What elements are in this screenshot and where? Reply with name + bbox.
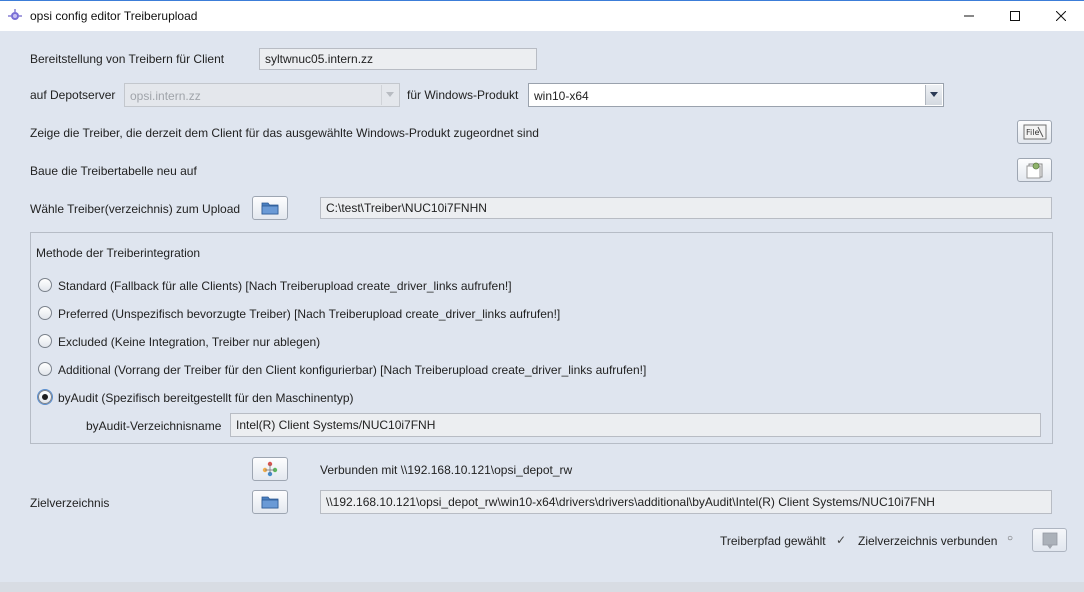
byaudit-dir-field: Intel(R) Client Systems/NUC10i7FNH bbox=[230, 413, 1041, 437]
close-button[interactable] bbox=[1038, 1, 1084, 31]
connect-icon bbox=[262, 461, 278, 477]
radio-excluded-label: Excluded (Keine Integration, Treiber nur… bbox=[58, 335, 321, 349]
maximize-button[interactable] bbox=[992, 1, 1038, 31]
show-drivers-label: Zeige die Treiber, die derzeit dem Clien… bbox=[30, 126, 539, 140]
minimize-icon bbox=[964, 15, 974, 17]
client-label: Bereitstellung von Treibern für Client bbox=[30, 52, 225, 66]
upload-icon bbox=[1042, 532, 1057, 549]
show-drivers-button[interactable]: File bbox=[1017, 120, 1052, 144]
client-field: syltwnuc05.intern.zz bbox=[259, 48, 537, 70]
radio-preferred-label: Preferred (Unspezifisch bevorzugte Treib… bbox=[58, 307, 561, 321]
close-icon bbox=[1056, 11, 1066, 21]
radio-additional[interactable] bbox=[38, 362, 52, 376]
upload-dir-field: C:\test\Treiber\NUC10i7FNHN bbox=[320, 197, 1052, 219]
title-bar: opsi config editor Treiberupload bbox=[0, 0, 1084, 31]
bottom-edge bbox=[0, 582, 1084, 592]
target-connected-status-label: Zielverzeichnis verbunden bbox=[858, 534, 998, 548]
chevron-down-icon bbox=[925, 85, 942, 105]
radio-byaudit-label: byAudit (Spezifisch bereitgestellt für d… bbox=[58, 391, 354, 405]
maximize-icon bbox=[1010, 11, 1020, 21]
radio-standard[interactable] bbox=[38, 278, 52, 292]
upload-dir-label: Wähle Treiber(verzeichnis) zum Upload bbox=[30, 202, 241, 216]
window-title: opsi config editor Treiberupload bbox=[30, 9, 198, 23]
file-icon: File bbox=[1023, 124, 1046, 140]
driver-path-status-label: Treiberpfad gewählt bbox=[720, 534, 826, 548]
svg-text:File: File bbox=[1026, 128, 1039, 137]
method-title: Methode der Treiberintegration bbox=[36, 246, 201, 260]
connection-status: Verbunden mit \\192.168.10.121\opsi_depo… bbox=[320, 463, 573, 477]
radio-preferred[interactable] bbox=[38, 306, 52, 320]
upload-button[interactable] bbox=[1032, 528, 1067, 552]
folder-icon bbox=[261, 496, 279, 509]
byaudit-dir-label: byAudit-Verzeichnisname bbox=[86, 419, 222, 433]
rebuild-button[interactable] bbox=[1017, 158, 1052, 182]
checkmark-icon: ✓ bbox=[836, 533, 847, 547]
product-label: für Windows-Produkt bbox=[407, 88, 519, 102]
select-upload-dir-button[interactable] bbox=[252, 196, 288, 220]
select-target-dir-button[interactable] bbox=[252, 490, 288, 514]
rebuild-label: Baue die Treibertabelle neu auf bbox=[30, 164, 197, 178]
depot-label: auf Depotserver bbox=[30, 88, 116, 102]
depot-select: opsi.intern.zz bbox=[124, 83, 400, 107]
target-dir-field: \\192.168.10.121\opsi_depot_rw\win10-x64… bbox=[320, 490, 1052, 514]
radio-byaudit[interactable] bbox=[38, 390, 52, 404]
rebuild-icon bbox=[1026, 162, 1042, 179]
connect-button[interactable] bbox=[252, 457, 288, 481]
opsi-app-icon bbox=[8, 9, 22, 23]
radio-additional-label: Additional (Vorrang der Treiber für den … bbox=[58, 363, 647, 377]
radio-excluded[interactable] bbox=[38, 334, 52, 348]
minimize-button[interactable] bbox=[946, 1, 992, 31]
depot-value: opsi.intern.zz bbox=[130, 89, 201, 103]
chevron-down-icon bbox=[381, 85, 398, 105]
target-label: Zielverzeichnis bbox=[30, 496, 110, 510]
radio-standard-label: Standard (Fallback für alle Clients) [Na… bbox=[58, 279, 512, 293]
circle-icon: ○ bbox=[1007, 533, 1014, 544]
product-value: win10-x64 bbox=[534, 89, 589, 103]
product-select[interactable]: win10-x64 bbox=[528, 83, 944, 107]
folder-icon bbox=[261, 202, 279, 215]
